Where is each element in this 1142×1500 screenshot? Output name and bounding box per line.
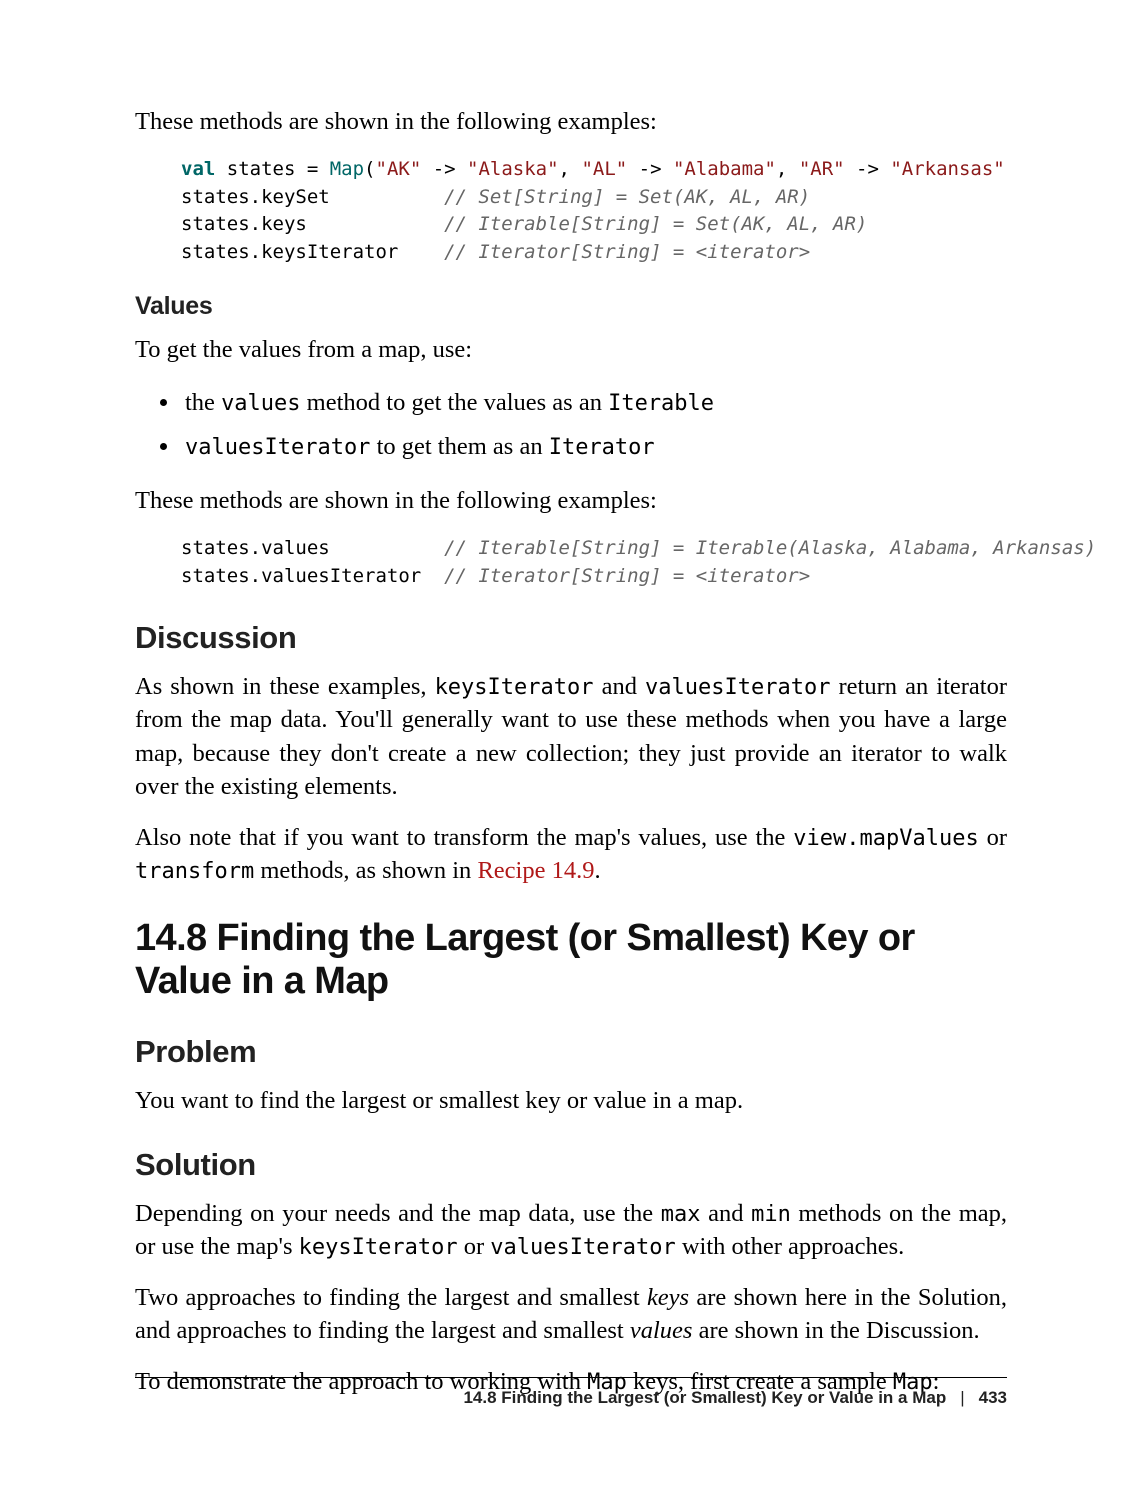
code-block-values: states.values // Iterable[String] = Iter… [181, 535, 1007, 590]
code-inline: transform [135, 859, 254, 884]
code-text: states.keys [181, 213, 444, 235]
paragraph: To get the values from a map, use: [135, 333, 1007, 366]
code-text: -> [421, 158, 467, 180]
code-text: states.values [181, 537, 444, 559]
text: As shown in these examples, [135, 673, 435, 700]
paragraph: Also note that if you want to transform … [135, 821, 1007, 887]
paragraph: Two approaches to finding the largest an… [135, 1281, 1007, 1347]
code-text: -> [845, 158, 891, 180]
list-item: the values method to get the values as a… [181, 384, 1007, 422]
code-inline: Iterable [608, 391, 714, 416]
text: with other approaches. [676, 1233, 905, 1260]
text: the [185, 389, 221, 416]
paragraph: You want to find the largest or smallest… [135, 1084, 1007, 1117]
footer-page-number: 433 [979, 1388, 1007, 1407]
text: are shown in the Discussion. [692, 1317, 979, 1344]
code-inline: valuesIterator [645, 675, 830, 700]
text: Two approaches to finding the largest an… [135, 1284, 647, 1311]
code-inline: max [661, 1202, 701, 1227]
heading-discussion: Discussion [135, 620, 1007, 656]
code-comment: // Iterable[String] = Set(AK, AL, AR) [444, 213, 867, 235]
code-comment: // Set[String] = Set(AK, AL, AR) [444, 186, 810, 208]
code-inline: keysIterator [299, 1235, 458, 1260]
code-inline: valuesIterator [185, 435, 370, 460]
code-inline: view.mapValues [793, 826, 978, 851]
code-text: , [776, 158, 799, 180]
heading-14-8: 14.8 Finding the Largest (or Smallest) K… [135, 917, 1007, 1004]
paragraph: These methods are shown in the following… [135, 484, 1007, 517]
code-inline: values [221, 391, 300, 416]
recipe-link[interactable]: Recipe 14.9 [477, 857, 594, 884]
code-type: Map [330, 158, 364, 180]
list-item: valuesIterator to get them as an Iterato… [181, 428, 1007, 466]
code-text: , [559, 158, 582, 180]
page-footer: 14.8 Finding the Largest (or Smallest) K… [135, 1377, 1007, 1408]
text: or [458, 1233, 491, 1260]
text: to get them as an [370, 433, 548, 460]
code-keyword: val [181, 158, 215, 180]
code-text: states.valuesIterator [181, 565, 444, 587]
text: and [594, 673, 646, 700]
code-inline: valuesIterator [490, 1235, 675, 1260]
text: or [979, 824, 1007, 851]
heading-values: Values [135, 292, 1007, 321]
code-text: states = [215, 158, 329, 180]
code-inline: min [751, 1202, 791, 1227]
paragraph: Depending on your needs and the map data… [135, 1197, 1007, 1263]
code-string: "Alaska" [467, 158, 559, 180]
emphasis: values [630, 1317, 693, 1344]
text: and [700, 1200, 751, 1227]
code-inline: Iterator [549, 435, 655, 460]
code-string: "AR" [799, 158, 845, 180]
code-comment: // Iterable[String] = Iterable(Alaska, A… [444, 537, 1096, 559]
text: method to get the values as an [301, 389, 609, 416]
page: These methods are shown in the following… [0, 0, 1142, 1500]
code-text: states.keySet [181, 186, 444, 208]
paragraph: These methods are shown in the following… [135, 105, 1007, 138]
code-string: "AK" [376, 158, 422, 180]
emphasis: keys [647, 1284, 689, 1311]
footer-section-title: 14.8 Finding the Largest (or Smallest) K… [463, 1388, 946, 1407]
code-block-keys: val states = Map("AK" -> "Alaska", "AL" … [181, 156, 1007, 266]
text: . [594, 857, 600, 884]
code-text: states.keysIterator [181, 241, 444, 263]
heading-solution: Solution [135, 1147, 1007, 1183]
bullet-list: the values method to get the values as a… [135, 384, 1007, 466]
code-string: "Arkansas" [890, 158, 1004, 180]
paragraph: As shown in these examples, keysIterator… [135, 670, 1007, 802]
footer-separator: | [946, 1388, 978, 1408]
code-inline: keysIterator [435, 675, 594, 700]
text: Depending on your needs and the map data… [135, 1200, 661, 1227]
code-string: "AL" [581, 158, 627, 180]
text: methods, as shown in [254, 857, 477, 884]
code-comment: // Iterator[String] = <iterator> [444, 565, 810, 587]
code-string: "Alabama" [673, 158, 776, 180]
code-text: ( [364, 158, 375, 180]
text: Also note that if you want to transform … [135, 824, 793, 851]
code-comment: // Iterator[String] = <iterator> [444, 241, 810, 263]
code-text: -> [627, 158, 673, 180]
heading-problem: Problem [135, 1034, 1007, 1070]
